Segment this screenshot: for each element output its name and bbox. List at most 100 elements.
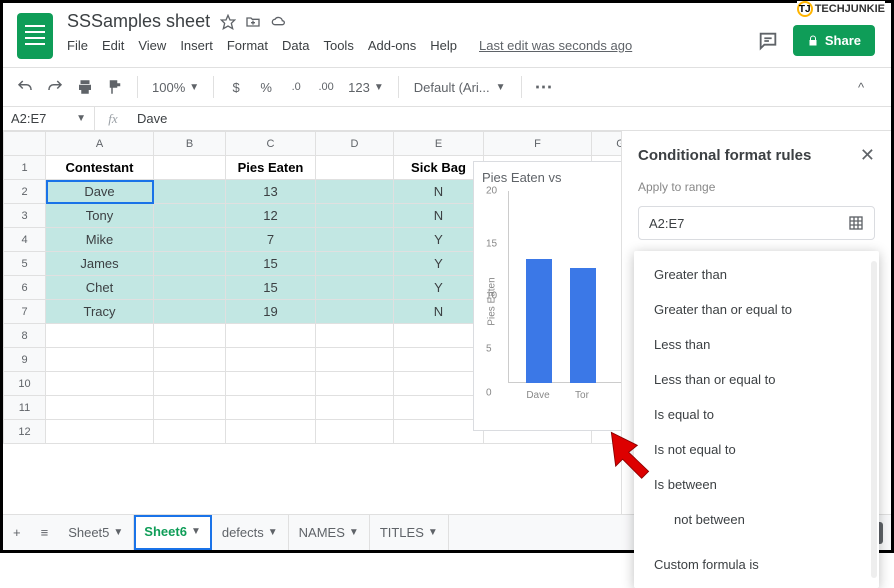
last-edit-link[interactable]: Last edit was seconds ago [479, 38, 632, 53]
col-header[interactable]: B [154, 132, 226, 156]
cell[interactable]: 12 [226, 204, 316, 228]
cell[interactable] [46, 324, 154, 348]
cell[interactable] [316, 420, 394, 444]
dropdown-item-not-equal[interactable]: Is not equal to [634, 432, 879, 467]
row-header[interactable]: 7 [4, 300, 46, 324]
doc-title[interactable]: SSSamples sheet [67, 11, 210, 32]
cell[interactable] [316, 228, 394, 252]
dropdown-item-custom-formula[interactable]: Custom formula is [634, 547, 879, 582]
cell[interactable]: Contestant [46, 156, 154, 180]
col-header[interactable]: C [226, 132, 316, 156]
menu-help[interactable]: Help [430, 38, 457, 53]
share-button[interactable]: Share [793, 25, 875, 56]
cell[interactable] [154, 228, 226, 252]
sheet-tab[interactable]: TITLES▼ [370, 515, 449, 550]
number-format-select[interactable]: 123▼ [344, 80, 388, 95]
cell[interactable]: 7 [226, 228, 316, 252]
row-header[interactable]: 10 [4, 372, 46, 396]
cell[interactable]: N [394, 300, 484, 324]
zoom-select[interactable]: 100%▼ [148, 80, 203, 95]
col-header[interactable]: E [394, 132, 484, 156]
dropdown-item-greater-than[interactable]: Greater than [634, 257, 879, 292]
undo-icon[interactable] [13, 75, 37, 99]
cell[interactable] [316, 180, 394, 204]
decrease-decimal-button[interactable]: .0 [284, 75, 308, 99]
cell[interactable]: Y [394, 228, 484, 252]
sheet-tab[interactable]: Sheet5▼ [58, 515, 134, 550]
menu-addons[interactable]: Add-ons [368, 38, 416, 53]
menu-insert[interactable]: Insert [180, 38, 213, 53]
name-box[interactable]: A2:E7▼ [3, 107, 95, 130]
col-header[interactable]: F [484, 132, 592, 156]
dropdown-item-between[interactable]: Is between [634, 467, 879, 502]
cell[interactable]: Tony [46, 204, 154, 228]
cell[interactable] [226, 348, 316, 372]
row-header[interactable]: 12 [4, 420, 46, 444]
range-input[interactable]: A2:E7 [638, 206, 875, 240]
cell[interactable] [154, 348, 226, 372]
percent-format-button[interactable]: % [254, 75, 278, 99]
dropdown-item-lte[interactable]: Less than or equal to [634, 362, 879, 397]
row-header[interactable]: 4 [4, 228, 46, 252]
sheets-logo-icon[interactable] [17, 13, 53, 59]
cell[interactable]: Y [394, 252, 484, 276]
row-header[interactable]: 9 [4, 348, 46, 372]
cell[interactable] [46, 348, 154, 372]
collapse-toolbar-icon[interactable]: ^ [849, 75, 873, 99]
cell[interactable] [316, 276, 394, 300]
row-header[interactable]: 2 [4, 180, 46, 204]
increase-decimal-button[interactable]: .00 [314, 75, 338, 99]
cell[interactable]: Sick Bag [394, 156, 484, 180]
dropdown-scrollbar[interactable] [871, 261, 877, 578]
cell[interactable] [46, 396, 154, 420]
col-header[interactable]: D [316, 132, 394, 156]
cell[interactable]: 19 [226, 300, 316, 324]
font-select[interactable]: Default (Ari...▼ [409, 77, 511, 98]
menu-file[interactable]: File [67, 38, 88, 53]
dropdown-item-not-between[interactable]: not between [634, 502, 879, 537]
embedded-chart[interactable]: Pies Eaten vs Pies Eaten 20 15 10 5 0 Da… [473, 161, 621, 431]
cell[interactable] [394, 372, 484, 396]
cell[interactable] [394, 324, 484, 348]
add-sheet-button[interactable]: + [3, 515, 31, 550]
cell[interactable] [154, 180, 226, 204]
cell[interactable] [394, 396, 484, 420]
row-header[interactable]: 5 [4, 252, 46, 276]
move-folder-icon[interactable] [244, 14, 262, 30]
cell[interactable] [316, 156, 394, 180]
cell[interactable] [316, 348, 394, 372]
cell[interactable]: N [394, 204, 484, 228]
redo-icon[interactable] [43, 75, 67, 99]
cell[interactable] [154, 252, 226, 276]
cell[interactable] [226, 420, 316, 444]
menu-format[interactable]: Format [227, 38, 268, 53]
cell[interactable] [226, 396, 316, 420]
cell[interactable] [46, 420, 154, 444]
sheet-tab[interactable]: defects▼ [212, 515, 289, 550]
grid-select-icon[interactable] [848, 215, 864, 231]
cell[interactable] [226, 324, 316, 348]
close-icon[interactable]: ✕ [860, 145, 875, 166]
cell[interactable] [46, 372, 154, 396]
cell[interactable]: N [394, 180, 484, 204]
cell[interactable] [316, 372, 394, 396]
print-icon[interactable] [73, 75, 97, 99]
menu-view[interactable]: View [138, 38, 166, 53]
col-header[interactable]: G [592, 132, 622, 156]
cell[interactable]: 13 [226, 180, 316, 204]
sheet-tab[interactable]: NAMES▼ [289, 515, 370, 550]
row-header[interactable]: 3 [4, 204, 46, 228]
all-sheets-button[interactable]: ≡ [31, 515, 59, 550]
spreadsheet-grid[interactable]: A B C D E F G 1 Contestant Pies Eaten Si… [3, 131, 621, 541]
cell[interactable]: Y [394, 276, 484, 300]
star-icon[interactable] [220, 14, 236, 30]
cell[interactable] [394, 348, 484, 372]
dropdown-item-gte[interactable]: Greater than or equal to [634, 292, 879, 327]
menu-edit[interactable]: Edit [102, 38, 124, 53]
cell[interactable]: Dave [46, 180, 154, 204]
sheet-tab[interactable]: Sheet6▼ [134, 515, 212, 550]
cell[interactable] [394, 420, 484, 444]
cell[interactable]: 15 [226, 276, 316, 300]
cell[interactable] [316, 396, 394, 420]
row-header[interactable]: 8 [4, 324, 46, 348]
